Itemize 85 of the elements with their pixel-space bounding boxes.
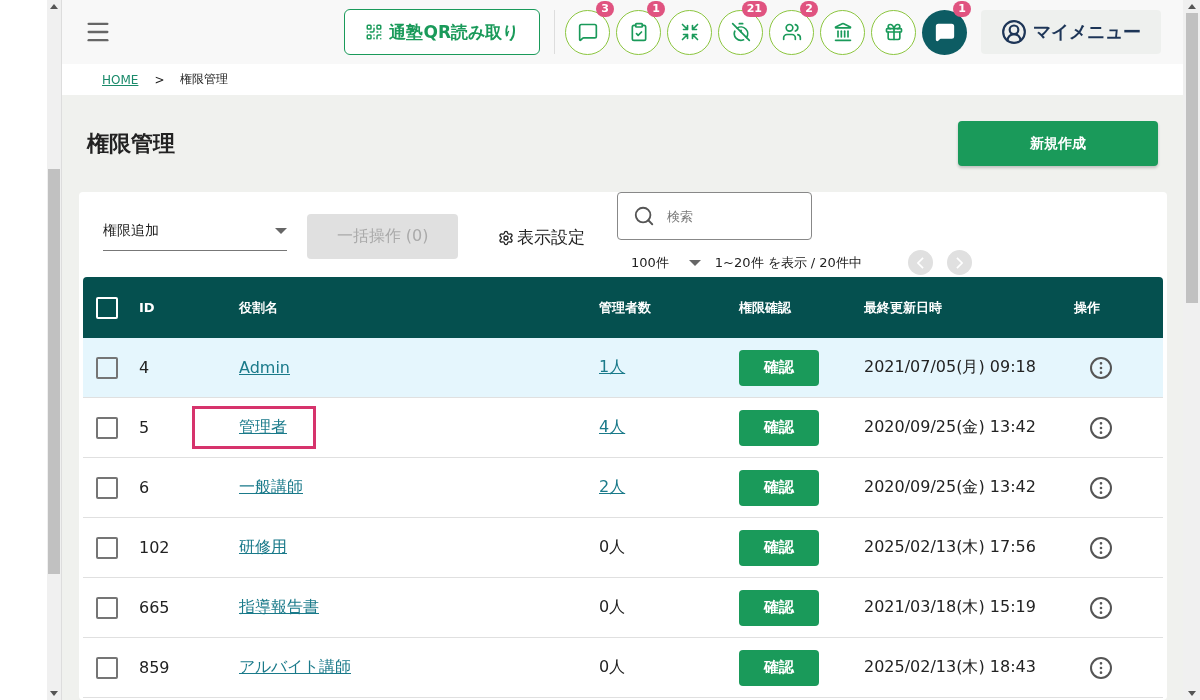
row-checkbox[interactable] — [96, 476, 118, 499]
qr-scan-button[interactable]: 通塾QR読み取り — [344, 9, 540, 55]
column-header: 最終更新日時 — [864, 298, 943, 317]
role-select[interactable]: 権限追加 — [103, 222, 287, 251]
row-checkbox[interactable] — [96, 596, 118, 619]
column-header: 役割名 — [239, 298, 279, 317]
column-header: 操作 — [1074, 298, 1101, 317]
more-options-icon[interactable] — [1090, 536, 1112, 559]
admin-count-cell-text: 0人 — [599, 657, 627, 678]
more-options-icon[interactable] — [1090, 416, 1112, 439]
updated-cell-text: 2025/02/13(木) 18:43 — [864, 657, 1037, 678]
header-icon-button[interactable] — [820, 9, 865, 55]
role-name-link[interactable]: 一般講師 — [239, 477, 303, 498]
column-header: 管理者数 — [599, 298, 652, 317]
role-name-link[interactable]: 指導報告書 — [239, 597, 319, 618]
range-text: 1~20件 を表示 / 20件中 — [714, 253, 862, 272]
arrows-inward-icon — [679, 22, 700, 42]
scrollbar-thumb[interactable] — [1185, 13, 1198, 303]
qr-code-icon — [365, 23, 384, 41]
speech-bubble-icon — [577, 22, 598, 42]
breadcrumb-separator: > — [154, 72, 165, 87]
display-settings-button[interactable]: 表示設定 — [498, 226, 585, 249]
settings-icon — [498, 229, 514, 246]
id-cell-text: 6 — [139, 478, 151, 497]
id-cell-text: 4 — [139, 358, 151, 377]
confirm-button[interactable]: 確認 — [739, 409, 819, 446]
chevron-left-icon — [916, 256, 924, 269]
admin-count-link[interactable]: 2人 — [599, 477, 626, 498]
select-all-checkbox[interactable] — [96, 296, 118, 319]
confirm-button[interactable]: 確認 — [739, 649, 819, 686]
page-title: 権限管理 — [87, 129, 175, 158]
more-options-icon[interactable] — [1090, 476, 1112, 499]
count-badge: 3 — [596, 0, 614, 17]
role-name-link[interactable]: Admin — [239, 358, 290, 377]
updated-cell-text: 2021/03/18(木) 15:19 — [864, 597, 1037, 618]
header-icon-button[interactable] — [667, 9, 712, 55]
count-badge: 1 — [953, 0, 971, 17]
per-page-select[interactable]: 100件 — [617, 253, 701, 272]
chevron-right-icon — [955, 256, 963, 269]
column-header: 権限確認 — [739, 298, 792, 317]
scrollbar-thumb[interactable] — [48, 169, 60, 574]
chat-icon — [934, 22, 955, 42]
people-icon — [781, 22, 802, 42]
id-cell-text: 102 — [139, 538, 171, 557]
count-badge: 21 — [741, 0, 767, 17]
building-icon — [832, 22, 853, 42]
row-checkbox[interactable] — [96, 416, 118, 439]
search-field[interactable]: 検索 — [617, 192, 812, 240]
id-cell-text: 665 — [139, 598, 171, 617]
role-name-link[interactable]: 管理者 — [195, 409, 313, 446]
user-icon — [1001, 19, 1027, 45]
search-icon — [633, 205, 655, 227]
admin-count-link[interactable]: 1人 — [599, 357, 626, 378]
updated-cell-text: 2020/09/25(金) 13:42 — [864, 477, 1037, 498]
create-button[interactable]: 新規作成 — [958, 121, 1158, 166]
confirm-button[interactable]: 確認 — [739, 589, 819, 626]
breadcrumb-current: 権限管理 — [180, 71, 229, 88]
more-options-icon[interactable] — [1090, 356, 1112, 379]
more-options-icon[interactable] — [1090, 596, 1112, 619]
header-icon-button[interactable] — [871, 9, 916, 55]
row-checkbox[interactable] — [96, 536, 118, 559]
timer-off-icon — [730, 22, 751, 42]
confirm-button[interactable]: 確認 — [739, 469, 819, 506]
more-options-icon[interactable] — [1090, 656, 1112, 679]
row-checkbox[interactable] — [96, 356, 118, 379]
scroll-down-icon[interactable] — [1187, 691, 1196, 696]
updated-cell-text: 2020/09/25(金) 13:42 — [864, 417, 1037, 438]
column-header: ID — [139, 300, 156, 315]
gift-icon — [883, 22, 904, 42]
admin-count-link[interactable]: 4人 — [599, 417, 626, 438]
my-menu-button[interactable]: マイメニュー — [981, 10, 1161, 54]
admin-count-cell-text: 0人 — [599, 597, 627, 618]
breadcrumb-link[interactable]: HOME — [102, 72, 139, 87]
admin-count-cell-text: 0人 — [599, 537, 627, 558]
count-badge: 1 — [647, 0, 665, 17]
id-cell-text: 859 — [139, 658, 171, 677]
confirm-button[interactable]: 確認 — [739, 529, 819, 566]
row-checkbox[interactable] — [96, 656, 118, 679]
confirm-button[interactable]: 確認 — [739, 349, 819, 386]
id-cell-text: 5 — [139, 418, 151, 437]
updated-cell-text: 2025/02/13(木) 17:56 — [864, 537, 1037, 558]
role-name-link[interactable]: アルバイト講師 — [239, 657, 351, 678]
updated-cell-text: 2021/07/05(月) 09:18 — [864, 357, 1037, 378]
count-badge: 2 — [800, 0, 818, 17]
role-name-link[interactable]: 研修用 — [239, 537, 287, 558]
